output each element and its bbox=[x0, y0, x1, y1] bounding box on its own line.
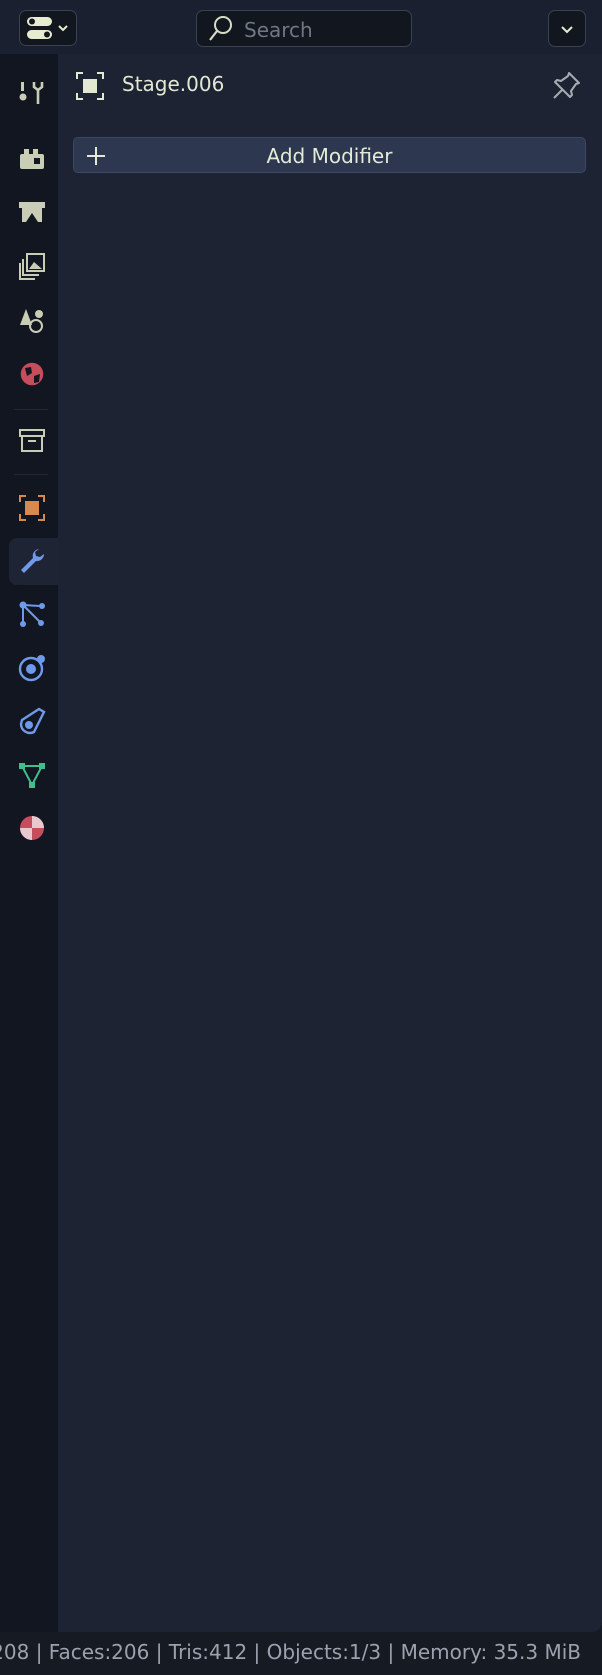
editor-header: Search bbox=[0, 0, 602, 54]
mesh-data-icon bbox=[19, 763, 45, 788]
tab-constraints[interactable] bbox=[9, 698, 58, 745]
search-icon bbox=[209, 16, 232, 41]
tab-modifiers[interactable] bbox=[9, 538, 58, 585]
tab-render[interactable] bbox=[9, 136, 58, 183]
properties-tabs bbox=[0, 54, 58, 1632]
search-field[interactable]: Search bbox=[196, 10, 412, 47]
tab-data[interactable] bbox=[9, 752, 58, 799]
scene-icon bbox=[20, 309, 43, 333]
properties-panel: Stage.006 Add Modifier bbox=[58, 54, 602, 1632]
collection-icon bbox=[19, 429, 45, 452]
constraints-icon bbox=[19, 707, 46, 735]
editor-type-icon bbox=[27, 17, 68, 39]
chevron-down-icon bbox=[561, 26, 573, 34]
tab-output[interactable] bbox=[9, 190, 58, 237]
tab-separator bbox=[14, 409, 48, 410]
properties-editor: Search Stage.006 Add Modifier bbox=[0, 0, 602, 1632]
tab-particles[interactable] bbox=[9, 591, 58, 638]
options-dropdown-button[interactable] bbox=[548, 10, 586, 47]
world-icon bbox=[19, 361, 45, 387]
material-icon bbox=[20, 816, 44, 840]
tab-tool[interactable] bbox=[9, 70, 58, 117]
add-modifier-button[interactable]: Add Modifier bbox=[73, 137, 586, 173]
tab-material[interactable] bbox=[9, 805, 58, 852]
tab-separator bbox=[14, 474, 48, 475]
render-icon bbox=[20, 149, 44, 169]
tab-physics[interactable] bbox=[9, 645, 58, 692]
object-icon bbox=[19, 495, 45, 521]
output-icon bbox=[19, 202, 45, 222]
tool-icon bbox=[19, 82, 44, 104]
add-modifier-label: Add Modifier bbox=[266, 144, 393, 168]
object-name: Stage.006 bbox=[122, 72, 225, 96]
tab-view-layer[interactable] bbox=[9, 243, 58, 290]
tab-scene[interactable] bbox=[9, 297, 58, 344]
status-bar: 208 | Faces:206 | Tris:412 | Objects:1/3… bbox=[0, 1632, 602, 1675]
tab-object[interactable] bbox=[9, 485, 58, 532]
search-placeholder: Search bbox=[244, 18, 313, 42]
view-layer-icon bbox=[19, 253, 45, 280]
particles-icon bbox=[19, 601, 45, 627]
wrench-icon bbox=[21, 549, 45, 573]
tab-collection[interactable] bbox=[9, 418, 58, 465]
pin-icon[interactable] bbox=[551, 71, 581, 101]
physics-icon bbox=[18, 655, 45, 682]
object-data-icon bbox=[76, 72, 104, 100]
scene-statistics: 208 | Faces:206 | Tris:412 | Objects:1/3… bbox=[0, 1640, 581, 1664]
object-context-row: Stage.006 bbox=[58, 54, 602, 120]
tab-world[interactable] bbox=[9, 351, 58, 398]
editor-type-button[interactable] bbox=[19, 10, 77, 46]
